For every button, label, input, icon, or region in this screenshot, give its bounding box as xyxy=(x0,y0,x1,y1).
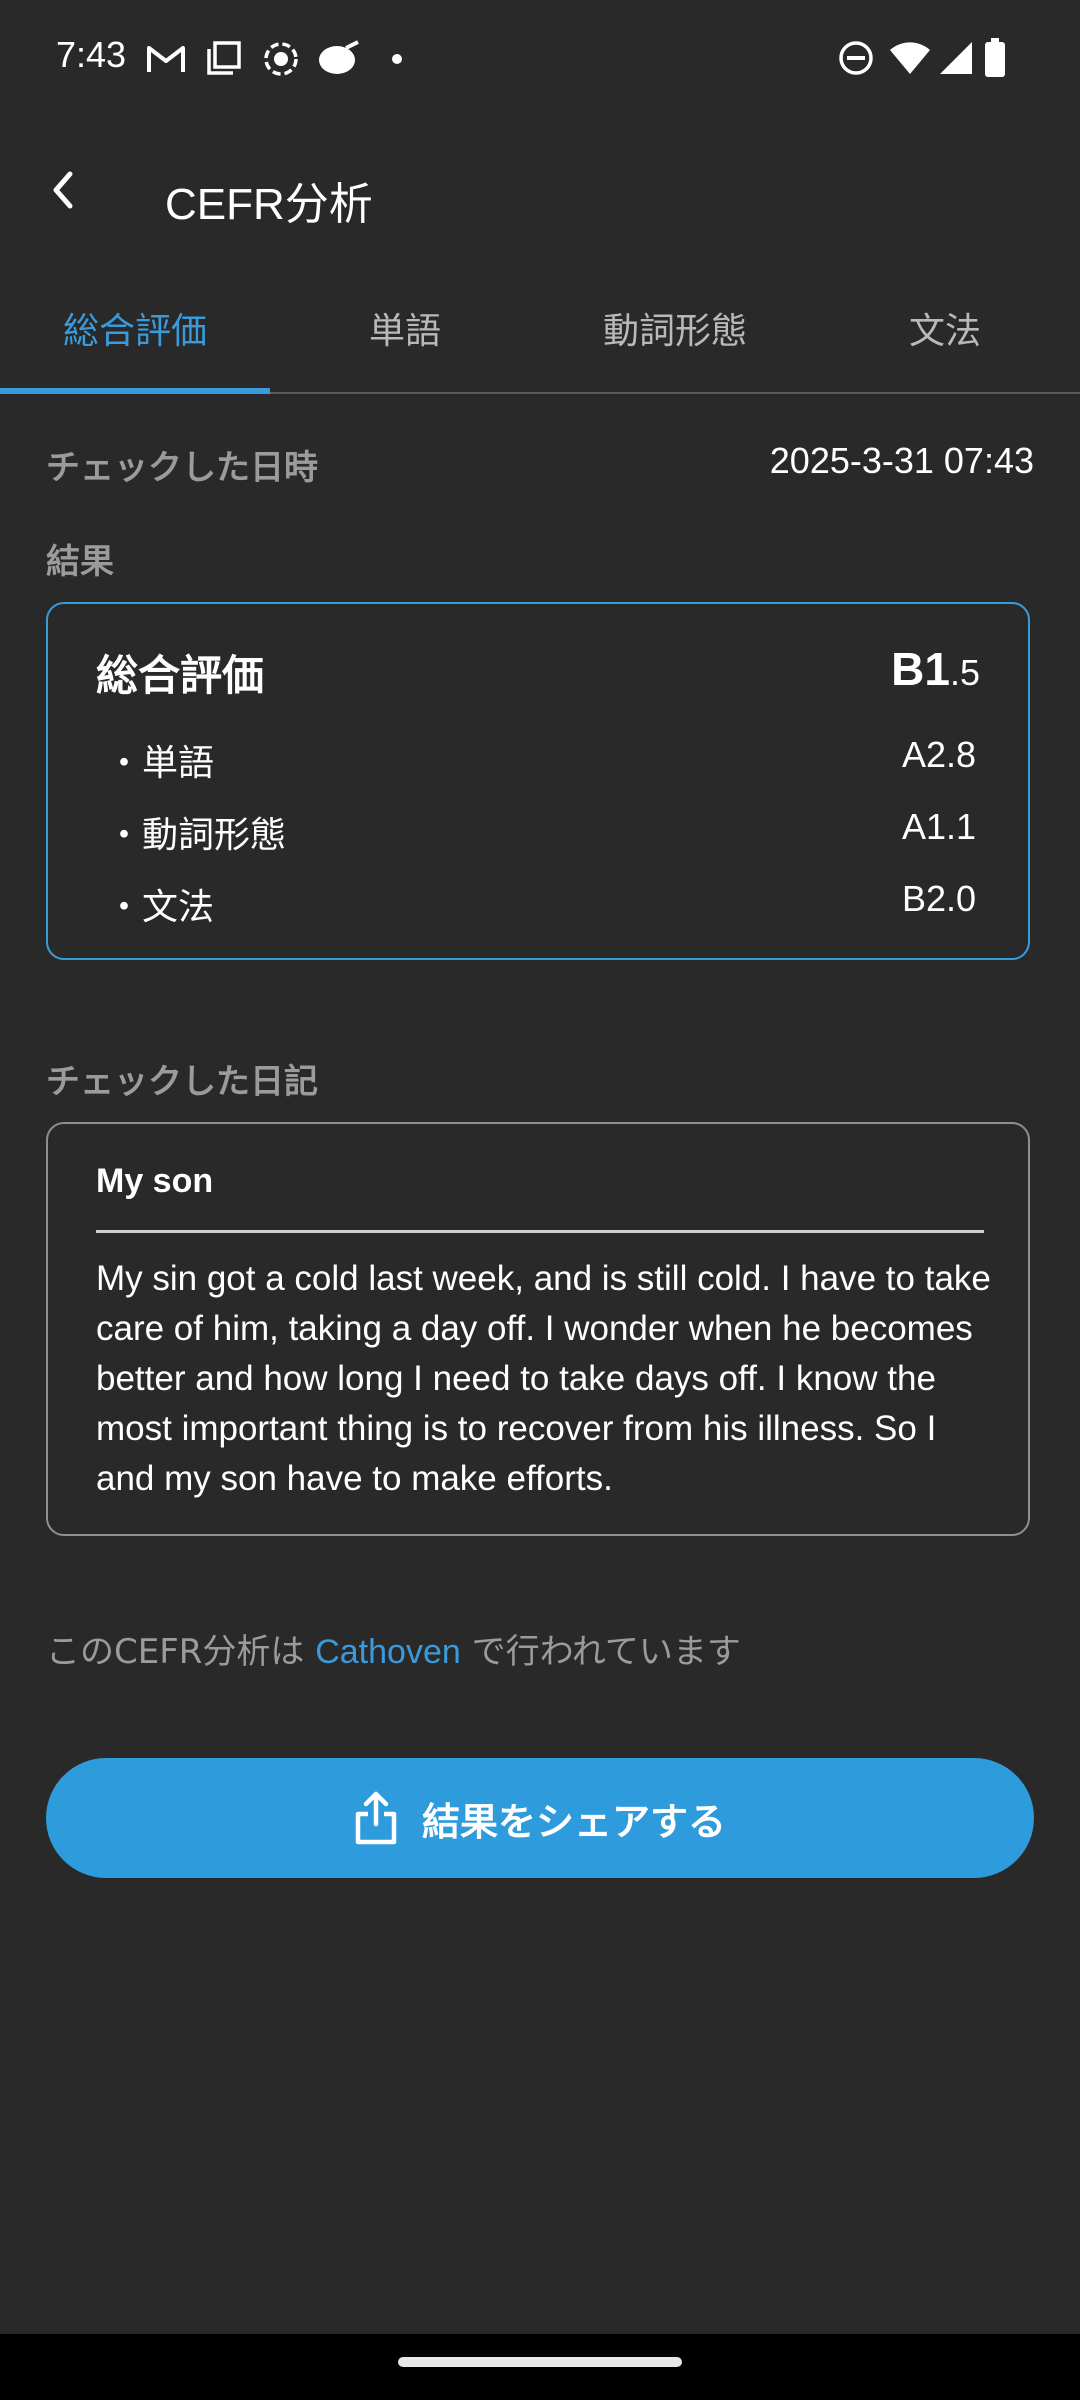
result-section-label: 結果 xyxy=(46,542,114,582)
diary-section-label: チェックした日記 xyxy=(46,1062,318,1102)
result-card: 総合評価 B1.5 ・単語 A2.8 ・動詞形態 A1.1 ・文法 B2.0 xyxy=(46,602,1030,960)
credit-line: このCEFR分析は Cathoven で行われています xyxy=(46,1624,741,1673)
app-icon xyxy=(319,40,359,74)
overall-score-main: B1 xyxy=(891,643,950,695)
diary-body: My sin got a cold last week, and is stil… xyxy=(96,1259,991,1498)
page-title: CEFR分析 xyxy=(165,180,373,229)
score-row-grammar: ・文法 B2.0 xyxy=(106,878,976,928)
score-row-vocabulary: ・単語 A2.8 xyxy=(106,734,976,784)
checked-at-label: チェックした日時 xyxy=(46,448,318,488)
navigation-bar xyxy=(0,2334,1080,2400)
battery-icon xyxy=(985,38,1005,77)
credit-prefix: このCEFR分析は xyxy=(46,1632,316,1672)
wifi-icon xyxy=(890,42,930,74)
tab-overall[interactable]: 総合評価 xyxy=(0,290,270,390)
diary-card: My son My sin got a cold last week, and … xyxy=(46,1122,1030,1536)
score-row-value: B2.0 xyxy=(901,878,976,919)
tab-bar: 総合評価 単語 動詞形態 文法 xyxy=(0,290,1080,394)
home-gesture-handle[interactable] xyxy=(398,2357,682,2367)
signal-icon xyxy=(940,42,972,74)
score-row-label: ・単語 xyxy=(106,743,215,784)
cathoven-link[interactable]: Cathoven xyxy=(315,1633,461,1671)
overall-score-decimal: .5 xyxy=(949,652,980,693)
tab-indicator xyxy=(0,388,270,394)
tab-verb-forms[interactable]: 動詞形態 xyxy=(540,290,810,390)
gmail-icon xyxy=(147,46,185,72)
status-bar: 7:43 xyxy=(0,0,1080,118)
dnd-icon xyxy=(839,41,873,75)
tab-vocabulary[interactable]: 単語 xyxy=(270,290,540,390)
share-icon xyxy=(355,1791,397,1845)
tab-grammar[interactable]: 文法 xyxy=(810,290,1080,390)
diary-divider xyxy=(96,1230,984,1233)
score-row-label: ・動詞形態 xyxy=(106,815,287,856)
checked-at-value: 2025-3-31 07:43 xyxy=(769,440,1034,481)
score-row-label: ・文法 xyxy=(106,887,215,928)
overall-score: B1.5 xyxy=(891,642,980,696)
score-row-value: A1.1 xyxy=(901,806,976,847)
diary-title: My son xyxy=(96,1162,214,1200)
back-arrow-icon xyxy=(53,171,73,209)
share-button-label: 結果をシェアする xyxy=(421,1799,726,1844)
share-result-button[interactable]: 結果をシェアする xyxy=(46,1758,1034,1878)
overall-label: 総合評価 xyxy=(96,651,265,700)
score-row-verb-forms: ・動詞形態 A1.1 xyxy=(106,806,976,856)
dot-icon xyxy=(392,54,402,64)
status-time: 7:43 xyxy=(56,34,127,75)
credit-suffix: で行われています xyxy=(460,1632,741,1672)
screenshot-icon xyxy=(207,41,241,75)
score-row-value: A2.8 xyxy=(901,734,976,775)
back-button[interactable] xyxy=(42,160,82,220)
record-icon xyxy=(264,42,298,76)
